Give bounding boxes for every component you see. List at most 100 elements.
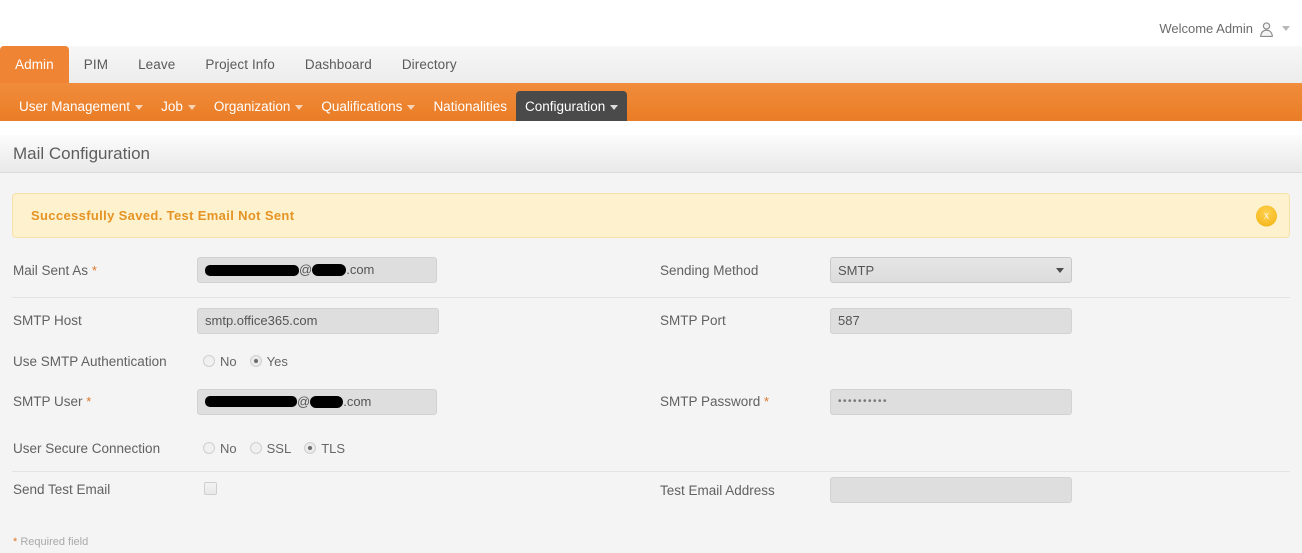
tab-leave[interactable]: Leave (123, 46, 190, 83)
secondary-menu-bar: User Management Job Organization Qualifi… (0, 83, 1302, 121)
input-smtp-host[interactable]: smtp.office365.com (197, 308, 439, 334)
nav-content-gap (0, 121, 1302, 135)
radio-group-smtp-auth: No Yes (197, 354, 288, 369)
menu-item-label: Organization (214, 99, 291, 114)
chevron-down-icon (135, 105, 143, 110)
radio-group-secure-connection: No SSL TLS (197, 441, 345, 456)
input-mail-sent-as[interactable]: @ .com (197, 257, 437, 283)
radio-option-smtp-auth-no[interactable]: No (203, 354, 237, 369)
menu-item-user-management[interactable]: User Management (10, 91, 152, 121)
field-test-email-address: Test Email Address (650, 477, 1072, 518)
chevron-down-icon (1056, 268, 1064, 273)
field-smtp-port: SMTP Port 587 (650, 298, 1072, 343)
required-field-note: * Required field (12, 518, 1290, 548)
chevron-down-icon (407, 105, 415, 110)
user-avatar-icon (1258, 21, 1275, 38)
select-value: SMTP (838, 263, 874, 278)
input-smtp-port[interactable]: 587 (830, 308, 1072, 334)
radio-option-secure-no[interactable]: No (203, 441, 237, 456)
label-sending-method: Sending Method (650, 263, 830, 278)
label-use-smtp-auth: Use SMTP Authentication (12, 354, 197, 369)
tab-label: Dashboard (305, 57, 372, 72)
redaction-bar (205, 265, 299, 276)
required-marker: * (764, 394, 769, 409)
radio-icon (203, 355, 215, 367)
chevron-down-icon (188, 105, 196, 110)
menu-item-label: Job (161, 99, 183, 114)
label-smtp-password: SMTP Password * (650, 394, 830, 409)
domain-suffix: .com (346, 258, 374, 282)
radio-option-secure-ssl[interactable]: SSL (250, 441, 292, 456)
welcome-menu[interactable]: Welcome Admin (1159, 20, 1290, 37)
page-header: Mail Configuration (0, 135, 1302, 173)
redaction-bar (310, 396, 343, 408)
tab-directory[interactable]: Directory (387, 46, 472, 83)
redaction-bar (312, 264, 346, 276)
label-test-email-address: Test Email Address (650, 477, 830, 498)
label-smtp-port: SMTP Port (650, 313, 830, 328)
success-alert: Successfully Saved. Test Email Not Sent … (12, 193, 1290, 238)
tab-label: PIM (84, 57, 108, 72)
tab-project-info[interactable]: Project Info (190, 46, 289, 83)
form-row-smtp-host: SMTP Host smtp.office365.com SMTP Port 5… (12, 298, 1290, 343)
tab-dashboard[interactable]: Dashboard (290, 46, 387, 83)
chevron-down-icon (610, 105, 618, 110)
primary-tab-bar: Admin PIM Leave Project Info Dashboard D… (0, 46, 1302, 83)
field-secure-connection: User Secure Connection No SSL TLS (12, 424, 650, 472)
tab-label: Leave (138, 57, 175, 72)
tab-label: Admin (15, 57, 54, 72)
menu-item-label: User Management (19, 99, 130, 114)
radio-icon-selected (304, 442, 316, 454)
select-sending-method[interactable]: SMTP (830, 257, 1072, 283)
field-send-test-email: Send Test Email (12, 482, 650, 518)
label-send-test-email: Send Test Email (12, 482, 197, 497)
at-symbol: @ (297, 390, 310, 414)
tab-admin[interactable]: Admin (0, 46, 69, 83)
form-row-smtp-user: SMTP User * @ .com SMTP Password * ••••••… (12, 379, 1290, 424)
close-icon[interactable]: x (1256, 205, 1277, 226)
tab-pim[interactable]: PIM (69, 46, 123, 83)
mail-configuration-form: Mail Sent As * @ .com Sending Method SMTP… (12, 242, 1290, 548)
top-bar: Welcome Admin (0, 0, 1302, 46)
menu-item-label: Nationalities (433, 99, 507, 114)
field-mail-sent-as: Mail Sent As * @ .com (12, 242, 650, 298)
menu-item-organization[interactable]: Organization (205, 91, 313, 121)
field-sending-method: Sending Method SMTP (650, 242, 1072, 298)
radio-option-secure-tls[interactable]: TLS (304, 441, 345, 456)
radio-option-smtp-auth-yes[interactable]: Yes (250, 354, 288, 369)
input-smtp-password[interactable]: •••••••••• (830, 389, 1072, 415)
at-symbol: @ (299, 258, 312, 282)
chevron-down-icon (295, 105, 303, 110)
label-smtp-host: SMTP Host (12, 313, 197, 328)
label-mail-sent-as: Mail Sent As * (12, 263, 197, 278)
radio-icon-selected (250, 355, 262, 367)
form-row-secure-connection: User Secure Connection No SSL TLS (12, 424, 1290, 472)
tab-label: Project Info (205, 57, 274, 72)
field-smtp-password: SMTP Password * •••••••••• (650, 379, 1072, 424)
form-row-use-smtp-auth: Use SMTP Authentication No Yes (12, 343, 1290, 379)
form-row-mail-sent-as: Mail Sent As * @ .com Sending Method SMTP (12, 242, 1290, 298)
field-use-smtp-auth: Use SMTP Authentication No Yes (12, 343, 650, 379)
label-smtp-user: SMTP User * (12, 394, 197, 409)
field-smtp-user: SMTP User * @ .com (12, 379, 650, 424)
label-secure-connection: User Secure Connection (12, 441, 197, 456)
tab-label: Directory (402, 57, 457, 72)
checkbox-send-test-email[interactable] (204, 482, 217, 495)
input-test-email-address[interactable] (830, 477, 1072, 503)
required-marker: * (86, 394, 91, 409)
menu-item-nationalities[interactable]: Nationalities (424, 91, 516, 121)
domain-suffix: .com (343, 390, 371, 414)
input-smtp-user[interactable]: @ .com (197, 389, 437, 415)
menu-item-configuration[interactable]: Configuration (516, 91, 627, 121)
radio-icon (250, 442, 262, 454)
field-smtp-host: SMTP Host smtp.office365.com (12, 298, 650, 343)
required-marker: * (92, 263, 97, 278)
page-title: Mail Configuration (13, 144, 150, 164)
menu-item-job[interactable]: Job (152, 91, 205, 121)
welcome-text: Welcome Admin (1159, 22, 1253, 35)
content-area: Successfully Saved. Test Email Not Sent … (0, 193, 1302, 548)
menu-item-label: Configuration (525, 99, 605, 114)
menu-item-label: Qualifications (321, 99, 402, 114)
radio-icon (203, 442, 215, 454)
menu-item-qualifications[interactable]: Qualifications (312, 91, 424, 121)
